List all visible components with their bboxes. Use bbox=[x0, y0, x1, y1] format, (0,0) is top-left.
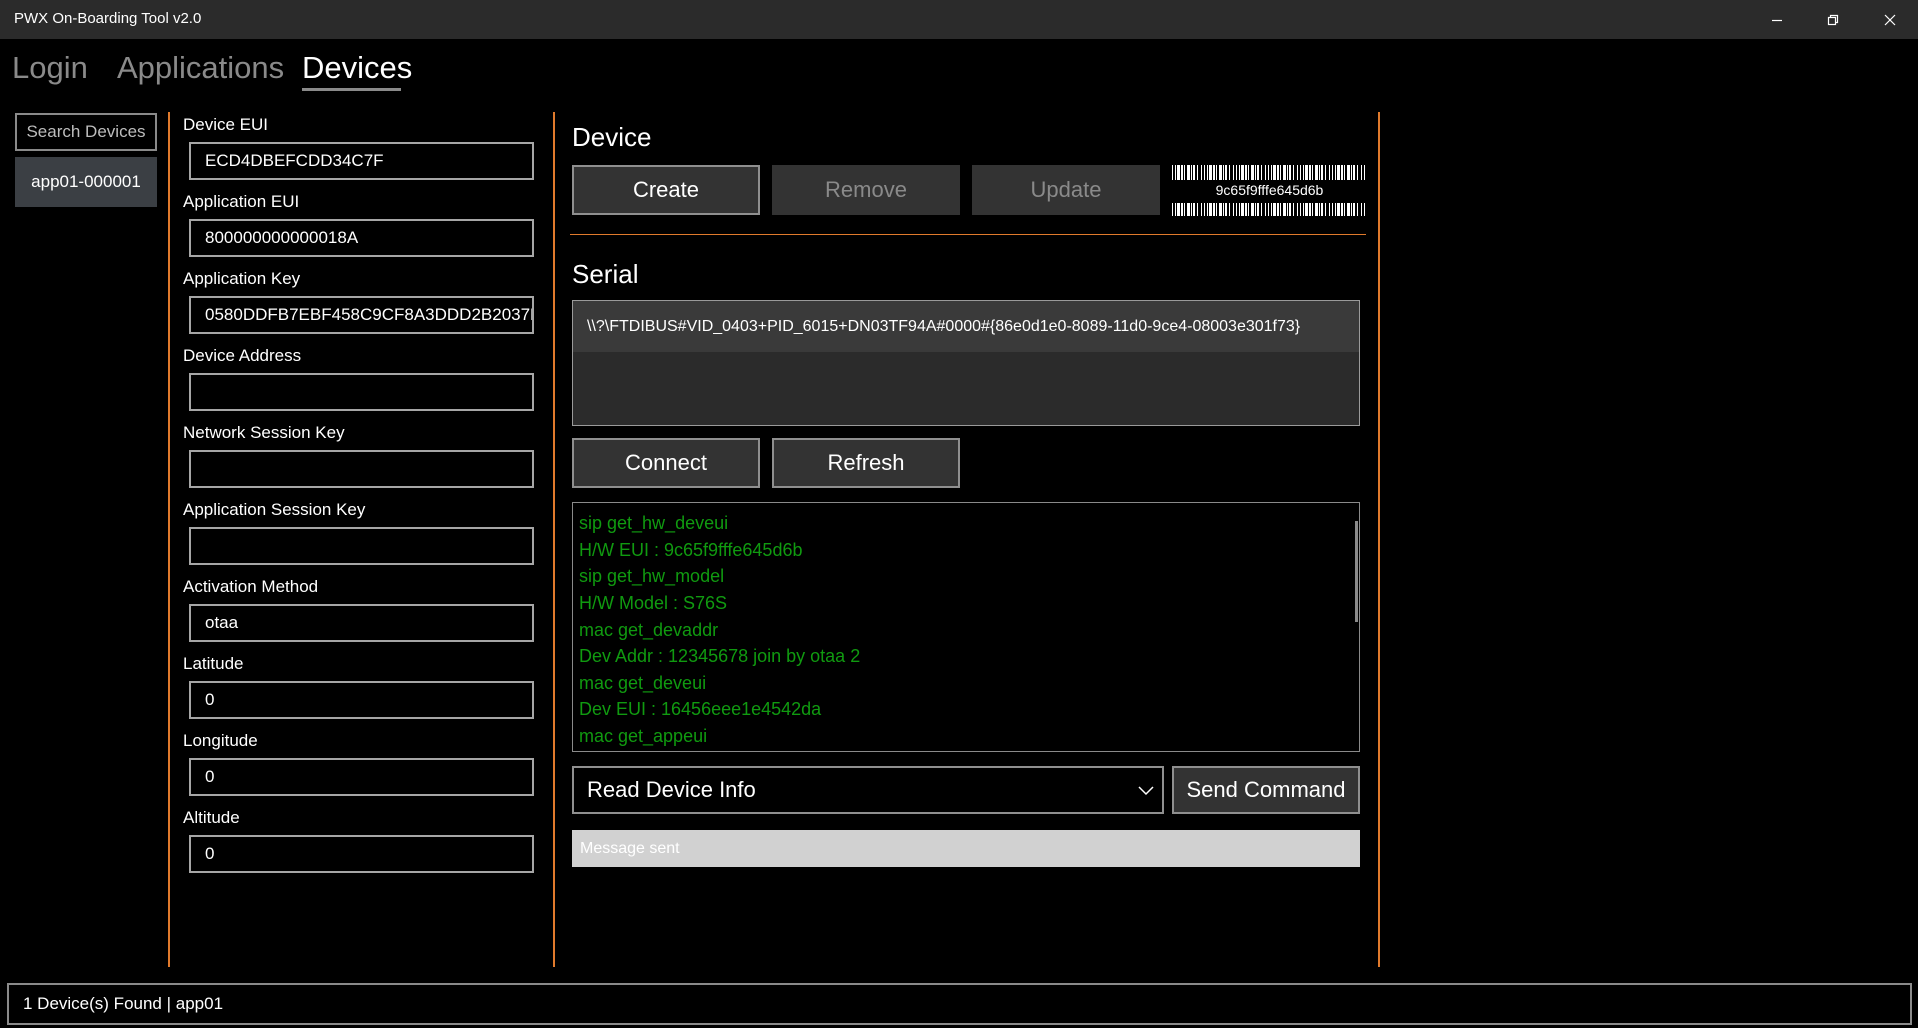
longitude-label: Longitude bbox=[183, 731, 258, 750]
device-eui-field[interactable]: ECD4DBEFCDD34C7F bbox=[189, 142, 534, 180]
device-eui-label: Device EUI bbox=[183, 115, 269, 134]
log-line: sip get_hw_deveui bbox=[579, 513, 729, 533]
longitude-field[interactable]: 0 bbox=[189, 758, 534, 796]
barcode-bottom bbox=[1172, 203, 1365, 216]
network-session-key-label: Network Session Key bbox=[183, 423, 345, 442]
log-line: mac get_appeui bbox=[579, 726, 708, 746]
device-address-field[interactable] bbox=[189, 373, 534, 411]
section-divider bbox=[570, 234, 1366, 235]
device-address-label: Device Address bbox=[183, 346, 302, 365]
application-session-key-field[interactable] bbox=[189, 527, 534, 565]
log-line: sip get_hw_model bbox=[579, 566, 725, 586]
close-button[interactable] bbox=[1862, 0, 1918, 39]
log-scrollbar[interactable] bbox=[1355, 521, 1358, 622]
application-session-key-label: Application Session Key bbox=[183, 500, 366, 519]
window-title: PWX On-Boarding Tool v2.0 bbox=[14, 10, 202, 27]
network-session-key-field[interactable] bbox=[189, 450, 534, 488]
altitude-field[interactable]: 0 bbox=[189, 835, 534, 873]
refresh-button[interactable]: Refresh bbox=[772, 438, 960, 488]
log-line: H/W EUI : 9c65f9fffe645d6b bbox=[579, 540, 803, 560]
divider-middle bbox=[553, 112, 555, 967]
tab-devices[interactable]: Devices bbox=[302, 50, 412, 86]
title-bar bbox=[0, 0, 1918, 39]
restore-icon bbox=[1827, 14, 1839, 25]
application-key-label: Application Key bbox=[183, 269, 301, 288]
minimize-icon bbox=[1772, 19, 1782, 21]
update-button[interactable]: Update bbox=[972, 165, 1160, 215]
create-button[interactable]: Create bbox=[572, 165, 760, 215]
send-command-button[interactable]: Send Command bbox=[1172, 766, 1360, 814]
barcode-label: 9c65f9fffe645d6b bbox=[1215, 182, 1324, 198]
log-line: mac get_devaddr bbox=[579, 620, 719, 640]
status-bar: 1 Device(s) Found | app01 bbox=[7, 983, 1912, 1025]
serial-heading: Serial bbox=[572, 259, 639, 289]
command-dropdown[interactable]: Read Device Info bbox=[572, 766, 1164, 814]
message-status: Message sent bbox=[572, 830, 1360, 867]
tab-applications[interactable]: Applications bbox=[117, 50, 284, 86]
chevron-down-icon bbox=[1138, 786, 1154, 796]
device-heading: Device bbox=[572, 122, 652, 152]
latitude-field[interactable]: 0 bbox=[189, 681, 534, 719]
divider-right bbox=[1378, 112, 1380, 967]
search-devices-button[interactable]: Search Devices bbox=[15, 113, 157, 151]
log-line: Dev EUI : 16456eee1e4542da bbox=[579, 699, 822, 719]
serial-port-label: \\?\FTDIBUS#VID_0403+PID_6015+DN03TF94A#… bbox=[587, 318, 1301, 335]
barcode-top bbox=[1172, 165, 1365, 180]
tab-login[interactable]: Login bbox=[12, 50, 88, 86]
device-list-item[interactable]: app01-000001 bbox=[15, 157, 157, 207]
active-tab-indicator bbox=[302, 88, 401, 91]
altitude-label: Altitude bbox=[183, 808, 240, 827]
application-eui-label: Application EUI bbox=[183, 192, 300, 211]
restore-button[interactable] bbox=[1805, 0, 1861, 39]
log-line: Dev Addr : 12345678 join by otaa 2 bbox=[579, 646, 861, 666]
close-icon bbox=[1884, 14, 1896, 25]
log-line: mac get_deveui bbox=[579, 673, 707, 693]
minimize-button[interactable] bbox=[1749, 0, 1805, 39]
connect-button[interactable]: Connect bbox=[572, 438, 760, 488]
application-key-field[interactable]: 0580DDFB7EBF458C9CF8A3DDD2B2037E bbox=[189, 296, 534, 334]
latitude-label: Latitude bbox=[183, 654, 244, 673]
remove-button[interactable]: Remove bbox=[772, 165, 960, 215]
divider-left bbox=[168, 112, 170, 967]
application-eui-field[interactable]: 800000000000018A bbox=[189, 219, 534, 257]
command-dropdown-value: Read Device Info bbox=[587, 777, 756, 802]
log-line: H/W Model : S76S bbox=[579, 593, 728, 613]
activation-method-label: Activation Method bbox=[183, 577, 319, 596]
activation-method-field[interactable]: otaa bbox=[189, 604, 534, 642]
